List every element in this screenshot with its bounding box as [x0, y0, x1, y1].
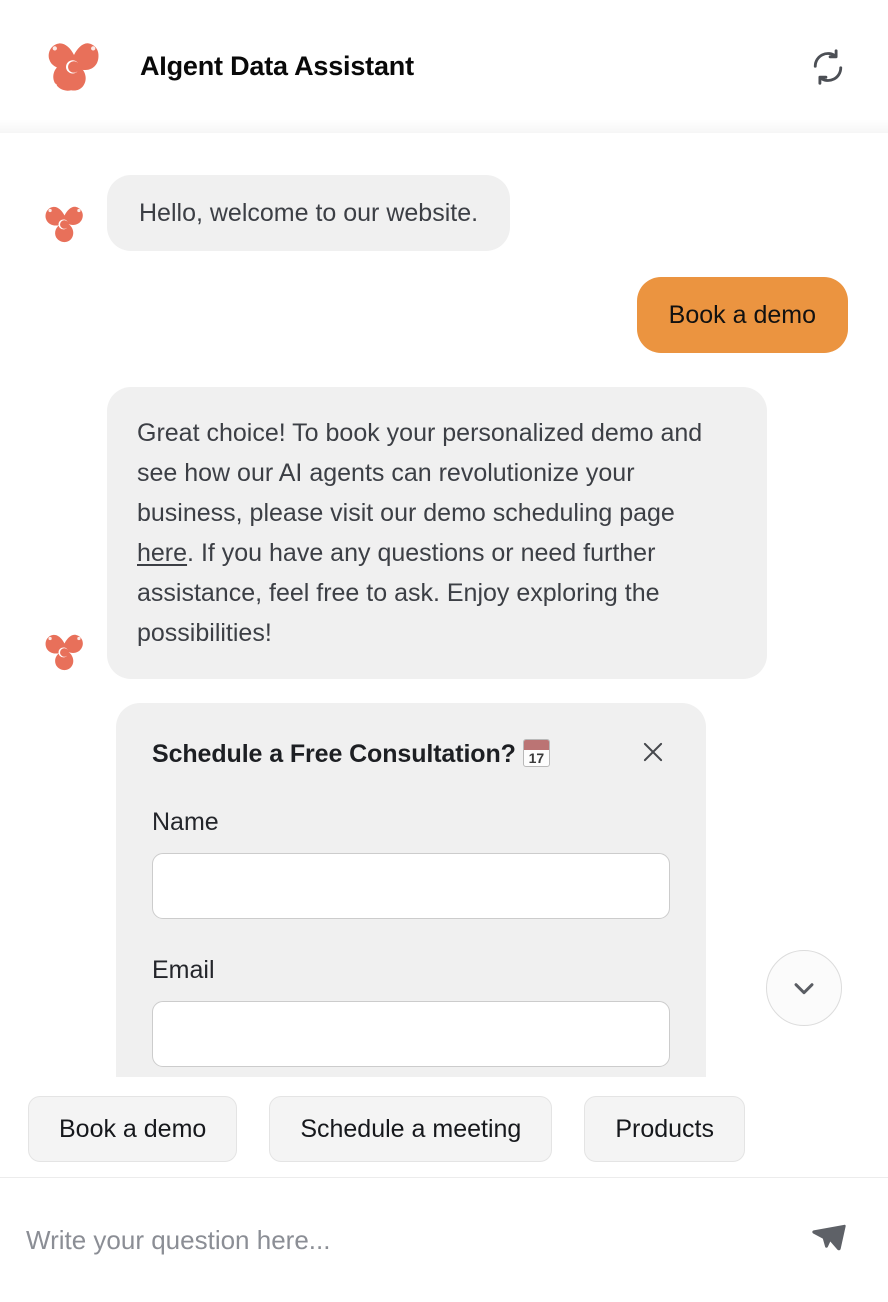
- page-title: AIgent Data Assistant: [140, 51, 414, 81]
- bot-avatar-logo-icon: [45, 634, 83, 671]
- scroll-to-bottom-button[interactable]: [766, 950, 842, 1026]
- close-icon: [643, 742, 663, 762]
- message-text-before-link: Great choice! To book your personalized …: [137, 419, 703, 527]
- close-form-button[interactable]: [636, 735, 670, 769]
- message-row-bot: Great choice! To book your personalized …: [0, 387, 888, 679]
- consultation-form-row: Schedule a Free Consultation? 17 Name Em…: [0, 703, 888, 1077]
- email-input[interactable]: [152, 1001, 670, 1067]
- message-bubble-bot: Great choice! To book your personalized …: [107, 387, 767, 679]
- message-text-after-link: . If you have any questions or need furt…: [137, 539, 660, 647]
- chat-message-list[interactable]: Hello, welcome to our website. Book a de…: [0, 133, 888, 1081]
- consultation-form-card: Schedule a Free Consultation? 17 Name Em…: [116, 703, 706, 1077]
- chat-widget: AIgent Data Assistant Hello, welcome to …: [0, 0, 888, 1302]
- send-icon: [812, 1224, 846, 1251]
- message-bubble-user: Book a demo: [636, 277, 848, 353]
- message-row-bot: Hello, welcome to our website.: [0, 175, 888, 251]
- form-label-email: Email: [152, 956, 215, 984]
- calendar-day-number: 17: [528, 750, 545, 766]
- form-field-name: Name: [152, 805, 670, 919]
- form-label-name: Name: [152, 808, 219, 836]
- refresh-icon: [813, 48, 843, 85]
- aigent-star-logo-icon: [48, 42, 99, 91]
- bot-avatar-logo-icon: [45, 206, 83, 243]
- quick-reply-book-a-demo[interactable]: Book a demo: [28, 1096, 238, 1162]
- form-field-email: Email: [152, 953, 670, 1067]
- name-input[interactable]: [152, 853, 670, 919]
- quick-reply-schedule-a-meeting[interactable]: Schedule a meeting: [269, 1096, 553, 1162]
- message-input[interactable]: [26, 1224, 788, 1256]
- chevron-down-icon: [794, 983, 814, 995]
- refresh-button[interactable]: [806, 45, 850, 89]
- send-button[interactable]: [802, 1214, 854, 1266]
- quick-reply-bar: Book a demo Schedule a meeting Products: [0, 1081, 888, 1177]
- message-row-user: Book a demo: [0, 277, 888, 353]
- quick-reply-products[interactable]: Products: [584, 1096, 745, 1162]
- calendar-emoji-icon: 17: [522, 739, 550, 767]
- consultation-form-title: Schedule a Free Consultation? 17: [152, 737, 550, 771]
- message-bubble-bot: Hello, welcome to our website.: [107, 175, 511, 251]
- message-composer: [0, 1177, 888, 1302]
- consultation-form-header: Schedule a Free Consultation? 17: [152, 737, 670, 771]
- consultation-form-title-text: Schedule a Free Consultation?: [152, 740, 516, 768]
- scheduling-page-link[interactable]: here: [137, 539, 187, 567]
- widget-header: AIgent Data Assistant: [0, 0, 888, 133]
